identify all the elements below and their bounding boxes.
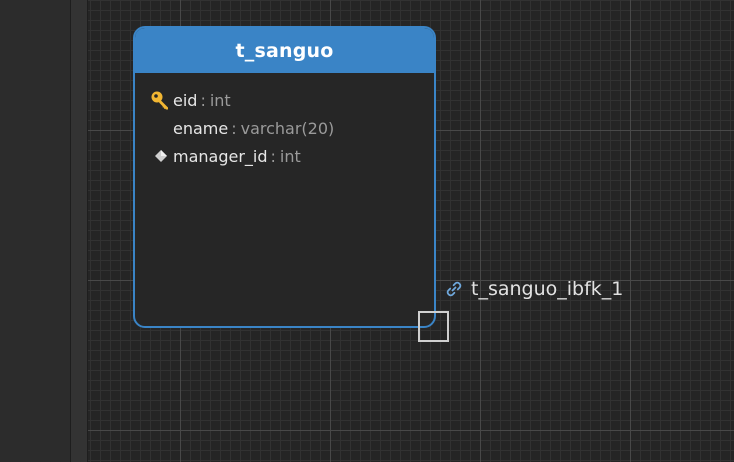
field-row-ename[interactable]: ename : varchar(20) [135, 115, 434, 141]
panel-splitter[interactable] [70, 0, 88, 462]
type-separator: : [200, 90, 206, 110]
field-name: ename [173, 118, 229, 138]
field-type: varchar(20) [240, 118, 335, 138]
link-icon [444, 279, 464, 299]
field-name: manager_id [173, 146, 268, 166]
type-separator: : [231, 118, 237, 138]
left-panel [0, 0, 70, 462]
field-type: int [209, 90, 231, 110]
field-row-manager-id[interactable]: manager_id : int [135, 143, 434, 169]
table-entity-t-sanguo[interactable]: t_sanguo eid : int ename : varchar(20) m… [133, 26, 436, 328]
field-row-eid[interactable]: eid : int [135, 87, 434, 113]
field-type: int [279, 146, 301, 166]
relation-name: t_sanguo_ibfk_1 [471, 278, 624, 300]
foreign-key-diamond-icon [149, 143, 173, 169]
primary-key-icon [149, 87, 173, 113]
field-name: eid [173, 90, 198, 110]
table-title[interactable]: t_sanguo [135, 28, 434, 73]
er-diagram-window: t_sanguo eid : int ename : varchar(20) m… [0, 0, 734, 462]
type-separator: : [270, 146, 276, 166]
relation-label[interactable]: t_sanguo_ibfk_1 [444, 278, 623, 300]
relation-connector-handle[interactable] [418, 311, 449, 342]
